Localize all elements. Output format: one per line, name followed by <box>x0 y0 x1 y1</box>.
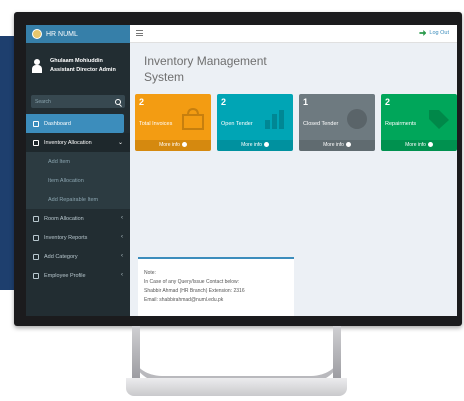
sidebar-item-add-category[interactable]: Add Category ‹ <box>26 247 130 266</box>
more-info-link[interactable]: More info <box>299 140 375 151</box>
monitor-stand-right <box>333 326 341 378</box>
search-placeholder: Search <box>35 98 51 105</box>
chevron-left-icon: ‹ <box>121 253 123 259</box>
pie-chart-icon <box>347 109 367 129</box>
note-email: Email: shabbirahmad@numl.edu.pk <box>144 297 224 303</box>
note-heading: Note: <box>144 270 156 276</box>
chevron-left-icon: ‹ <box>121 234 123 240</box>
page-title: Inventory Management System <box>144 54 267 84</box>
top-navbar: Log Out <box>130 25 457 43</box>
app-logo-text: HR NUML <box>46 30 78 38</box>
dashboard-icon <box>33 120 39 127</box>
sidebar-subitem-label: Item Allocation <box>48 177 84 184</box>
box-count: 1 <box>303 97 309 107</box>
monitor-stand-left <box>132 326 140 378</box>
box-count: 2 <box>385 97 391 107</box>
search-input[interactable]: Search <box>31 95 125 108</box>
tag-icon <box>429 110 449 129</box>
box-count: 2 <box>221 97 227 107</box>
sidebar-item-label: Inventory Allocation <box>44 139 92 146</box>
sidebar: HR NUML Ghulaam Mohiuddin Assistant Dire… <box>26 25 130 316</box>
sidebar-item-inventory-reports[interactable]: Inventory Reports ‹ <box>26 228 130 247</box>
menu-toggle-icon[interactable] <box>136 30 143 36</box>
sidebar-subitem-item-allocation[interactable]: Item Allocation <box>26 171 130 190</box>
arrow-circle-right-icon <box>263 142 269 148</box>
sidebar-item-employee-profile[interactable]: Employee Profile ‹ <box>26 266 130 285</box>
box-label: Repairments <box>385 121 417 127</box>
shopping-bag-icon <box>182 108 204 130</box>
chevron-left-icon: ‹ <box>121 272 123 278</box>
info-box-repairments: 2 Repairments More info <box>381 94 457 151</box>
sidebar-subitem-add-item[interactable]: Add Item <box>26 152 130 171</box>
info-box-total-invoices: 2 Total Invoices More info <box>135 94 211 151</box>
info-box-closed-tender: 1 Closed Tender More info <box>299 94 375 151</box>
sidebar-item-dashboard[interactable]: Dashboard <box>26 114 124 133</box>
arrow-circle-right-icon <box>345 142 351 148</box>
note-line: Shabbir Ahmad (HR Branch) Extension: 231… <box>144 288 245 294</box>
edit-icon <box>33 253 39 260</box>
screen: HR NUML Ghulaam Mohiuddin Assistant Dire… <box>26 25 457 316</box>
sidebar-item-label: Inventory Reports <box>44 234 88 241</box>
more-info-label: More info <box>323 142 344 148</box>
more-info-link[interactable]: More info <box>217 140 293 151</box>
note-line: In Case of any Query/Issue Contact below… <box>144 279 240 285</box>
sidebar-item-inventory-allocation[interactable]: Inventory Allocation ⌄ <box>26 133 130 152</box>
monitor-stand-base <box>126 378 347 396</box>
logo-bar[interactable]: HR NUML <box>26 25 130 43</box>
box-label: Closed Tender <box>303 121 339 127</box>
search-icon[interactable] <box>115 98 121 105</box>
photo-scene: HR NUML Ghulaam Mohiuddin Assistant Dire… <box>0 0 464 401</box>
more-info-label: More info <box>241 142 262 148</box>
id-card-icon <box>33 272 39 279</box>
arrow-circle-right-icon <box>427 142 433 148</box>
user-avatar-icon <box>32 59 42 73</box>
sidebar-item-label: Dashboard <box>44 120 71 127</box>
sidebar-item-label: Room Allocation <box>44 215 84 222</box>
info-box-open-tender: 2 Open Tender More info <box>217 94 293 151</box>
logout-label: Log Out <box>429 30 449 36</box>
edit-icon <box>33 234 39 241</box>
more-info-link[interactable]: More info <box>381 140 457 151</box>
monitor-stand-arc <box>132 326 341 382</box>
sidebar-item-label: Employee Profile <box>44 272 86 279</box>
more-info-label: More info <box>405 142 426 148</box>
chevron-left-icon: ‹ <box>121 215 123 221</box>
sign-out-icon <box>419 30 427 36</box>
more-info-link[interactable]: More info <box>135 140 211 151</box>
sidebar-item-room-allocation[interactable]: Room Allocation ‹ <box>26 209 130 228</box>
edit-icon <box>33 139 39 146</box>
box-label: Open Tender <box>221 121 253 127</box>
chevron-down-icon: ⌄ <box>117 140 123 146</box>
sidebar-subitem-label: Add Item <box>48 158 71 165</box>
box-label: Total Invoices <box>139 121 173 127</box>
logout-button[interactable]: Log Out <box>419 30 449 36</box>
more-info-label: More info <box>159 142 180 148</box>
contact-note: Note: In Case of any Query/Issue Contact… <box>138 257 294 316</box>
edit-icon <box>33 215 39 222</box>
user-name: Ghulaam Mohiuddin <box>50 58 103 64</box>
box-count: 2 <box>139 97 145 107</box>
sidebar-item-label: Add Category <box>44 253 78 260</box>
user-role: Assistant Director Admin <box>50 67 116 73</box>
arrow-circle-right-icon <box>181 142 187 148</box>
main-content: Inventory Management System 2 Total Invo… <box>130 43 457 316</box>
bar-chart-icon <box>265 110 284 129</box>
sidebar-subitem-add-repairable-item[interactable]: Add Repairable Item <box>26 190 130 209</box>
university-logo-icon <box>32 29 42 39</box>
sidebar-subitem-label: Add Repairable Item <box>48 196 99 203</box>
user-panel: Ghulaam Mohiuddin Assistant Director Adm… <box>26 43 130 89</box>
